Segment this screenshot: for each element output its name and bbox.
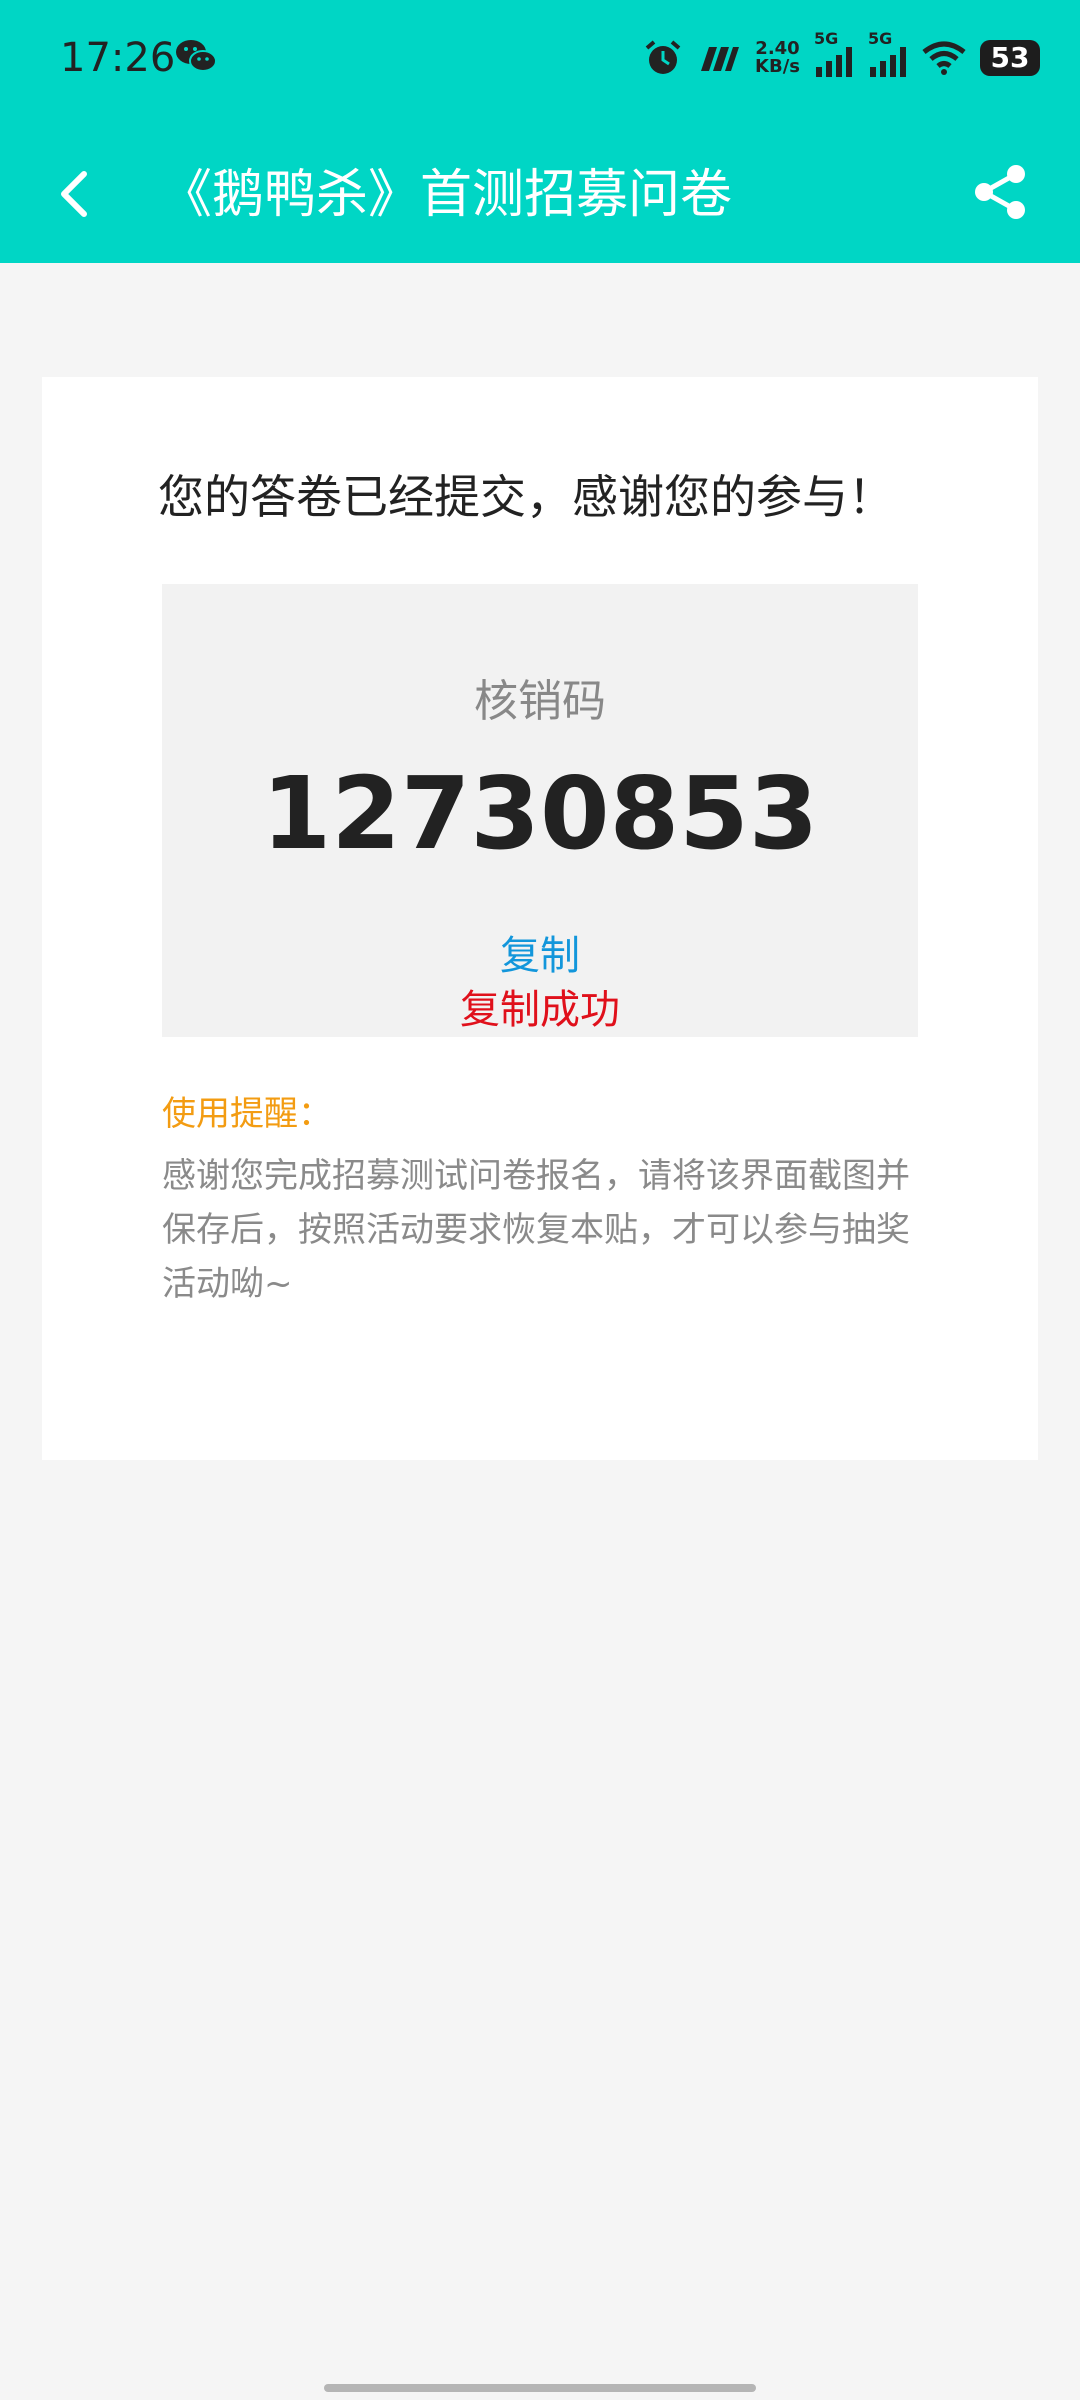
sim1-signal: 5G <box>814 29 854 79</box>
submit-success-message: 您的答卷已经提交，感谢您的参与！ <box>158 470 894 524</box>
code-label: 核销码 <box>474 676 606 727</box>
network-speed: 2.40 KB/s <box>755 40 800 76</box>
copy-button[interactable]: 复制 <box>162 928 918 984</box>
sim2-label: 5G <box>868 29 893 48</box>
redemption-code-box: 核销码 12730853 复制 复制成功 <box>162 584 918 1037</box>
redemption-code: 12730853 <box>261 755 819 872</box>
sim2-signal: 5G <box>868 29 908 79</box>
navigation-bar: 《鹅鸭杀》首测招募问卷 <box>0 140 1080 250</box>
notice-body: 感谢您完成招募测试问卷报名，请将该界面截图并保存后，按照活动要求恢复本贴，才可以… <box>162 1156 910 1304</box>
sim1-label: 5G <box>814 29 839 48</box>
status-icons: 2.40 KB/s 5G 5G 53 <box>643 29 1040 86</box>
status-time: 17:26 <box>60 35 176 81</box>
page-title: 《鹅鸭杀》首测招募问卷 <box>160 165 733 225</box>
notice-title: 使用提醒： <box>162 1094 332 1134</box>
carrier-icon <box>701 47 740 71</box>
alarm-icon <box>645 40 681 74</box>
wechat-icon <box>176 40 217 72</box>
battery-icon: 53 <box>980 40 1040 76</box>
signal-icon <box>870 47 906 77</box>
signal-icon <box>816 47 852 77</box>
result-card: 您的答卷已经提交，感谢您的参与！ 核销码 12730853 复制 复制成功 使用… <box>42 377 1038 1460</box>
app-header: 17:26 2.40 KB/s 5G 5G 53 《鹅鸭杀》首测招募问卷 <box>0 0 1080 263</box>
wifi-icon <box>922 41 966 75</box>
status-bar: 17:26 2.40 KB/s 5G 5G 53 <box>0 0 1080 115</box>
copy-success-message: 复制成功 <box>460 987 620 1033</box>
network-speed-unit: KB/s <box>755 56 800 77</box>
home-indicator[interactable] <box>324 2384 756 2392</box>
share-icon[interactable] <box>970 162 1030 222</box>
chevron-left-icon[interactable] <box>48 166 104 222</box>
